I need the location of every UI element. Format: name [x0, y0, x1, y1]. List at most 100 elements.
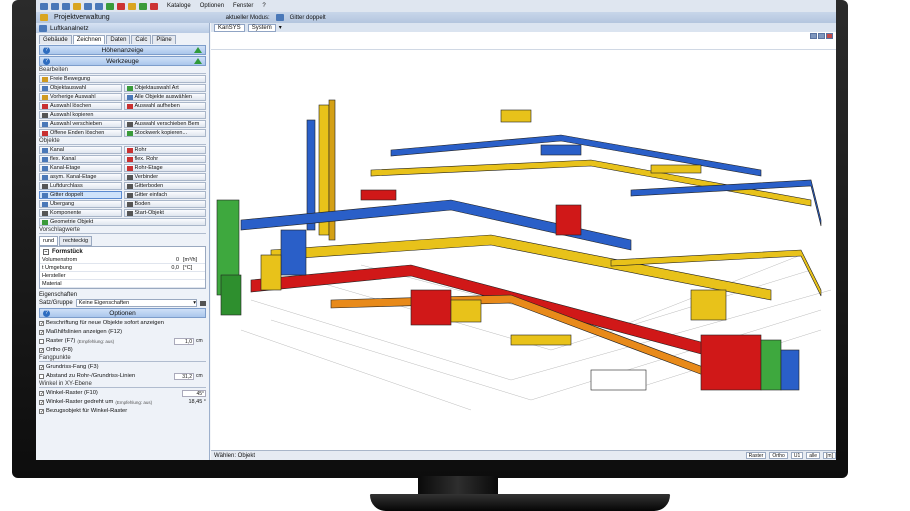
table-row[interactable]: Volumenstrom 0 [m³/h]	[40, 256, 205, 264]
eigenschaften-select[interactable]: Keine Eigenschaften ▾	[75, 299, 197, 307]
option-label-immediately[interactable]: ✓ Beschriftung für neue Objekte sofort an…	[39, 319, 206, 327]
option-angle-rotated[interactable]: ✓ Winkel-Raster gedreht um (Empfehlung: au…	[39, 398, 206, 406]
expand-up-icon[interactable]	[194, 58, 202, 64]
flex-pipe-button[interactable]: flex. Rohr	[123, 155, 206, 163]
filter-select[interactable]: alle	[806, 452, 821, 459]
expand-up-icon[interactable]	[194, 47, 202, 53]
checkbox[interactable]: ✓	[39, 390, 44, 396]
hoehenanzeige-header[interactable]: ? Höhenanzeige	[39, 45, 206, 55]
clear-selection-button[interactable]: Auswahl aufheben	[123, 102, 206, 110]
table-row[interactable]: Hersteller	[40, 272, 205, 280]
menu-optionen[interactable]: Optionen	[200, 3, 224, 9]
tab-rund[interactable]: rund	[39, 236, 59, 246]
option-dimension-lines[interactable]: ✓ Maßhilfslinien anzeigen (F12)	[39, 328, 206, 336]
duct-offset-button[interactable]: Kanal-Etage	[39, 164, 122, 172]
tab-plaene[interactable]: Pläne	[152, 35, 176, 44]
option-reference-object[interactable]: ✓ Bezugsobjekt für Winkel-Raster	[39, 407, 206, 415]
option-ortho[interactable]: ✓ Ortho (F8)	[39, 346, 206, 354]
tab-zeichnen[interactable]: Zeichnen	[72, 35, 106, 44]
undo-icon[interactable]	[84, 2, 92, 10]
row-value[interactable]: 0	[110, 257, 181, 263]
print-icon[interactable]	[62, 2, 70, 10]
option-angle-grid[interactable]: ✓ Winkel-Raster (F10) 45°	[39, 389, 206, 397]
move-selection-button[interactable]: Auswahl verschieben	[39, 120, 122, 128]
option-raster[interactable]: Raster (F7) (Empfehlung: aus) 1,0 cm	[39, 337, 206, 345]
stop-icon[interactable]	[150, 2, 158, 10]
menu-fenster[interactable]: Fenster	[233, 3, 253, 9]
menu-kataloge[interactable]: Kataloge	[167, 3, 191, 9]
transition-button[interactable]: Übergang	[39, 200, 122, 208]
connector-button[interactable]: Verbinder	[123, 173, 206, 181]
menu-help[interactable]: ?	[262, 3, 265, 9]
pipe-offset-button[interactable]: Rohr-Etage	[123, 164, 206, 172]
tab-kansys[interactable]: KanSYS	[214, 23, 245, 32]
geometry-object-button[interactable]: Geometrie Objekt	[39, 218, 206, 226]
free-move-button[interactable]: Freie Bewegung	[39, 75, 206, 83]
option-floorplan-snap[interactable]: ✓ Grundriss-Fang (F3)	[39, 363, 206, 371]
checkbox[interactable]	[39, 338, 44, 344]
redo-icon[interactable]	[95, 2, 103, 10]
minimize-icon[interactable]	[810, 33, 817, 39]
help-icon[interactable]: ?	[43, 309, 50, 317]
air-outlet-button[interactable]: Luftdurchlass	[39, 182, 122, 190]
angle-select[interactable]: 45°	[182, 389, 206, 397]
component-button[interactable]: Komponente	[39, 209, 122, 217]
collapse-icon[interactable]: −	[43, 248, 49, 255]
tab-gebaeude[interactable]: Gebäude	[39, 35, 72, 44]
checkbox[interactable]: ✓	[39, 320, 44, 326]
open-icon[interactable]	[51, 2, 59, 10]
tab-rechteckig[interactable]: rechteckig	[59, 236, 93, 246]
3d-duct-model[interactable]	[211, 50, 836, 445]
row-value[interactable]: 0,0	[110, 265, 181, 271]
tab-system[interactable]: System	[247, 23, 276, 32]
close-icon[interactable]	[826, 33, 833, 39]
werkzeuge-header[interactable]: ? Werkzeuge	[39, 56, 206, 66]
checkbox[interactable]: ✓	[39, 399, 44, 405]
grid-single-button[interactable]: Gitter einfach	[123, 191, 206, 199]
more-icon[interactable]	[200, 300, 206, 306]
delete-open-ends-button[interactable]: Offene Enden löschen	[39, 129, 122, 137]
save-icon[interactable]	[40, 2, 48, 10]
previous-selection-button[interactable]: Vorherige Auswahl	[39, 93, 122, 101]
raster-toggle[interactable]: Raster	[745, 452, 767, 459]
project-title[interactable]: Projektverwaltung	[54, 14, 110, 21]
help-icon[interactable]: ?	[43, 57, 50, 65]
flex-duct-button[interactable]: flex. Kanal	[39, 155, 122, 163]
start-object-button[interactable]: Start-Objekt	[123, 209, 206, 217]
table-row[interactable]: Material	[40, 280, 205, 288]
asym-duct-offset-button[interactable]: asym. Kanal-Etage	[39, 173, 122, 181]
floor-select[interactable]: U1	[790, 452, 804, 459]
chevron-down-icon[interactable]: ▾	[279, 24, 282, 31]
object-select-button[interactable]: Objektauswahl	[39, 84, 122, 92]
bend-button[interactable]: Boden	[123, 200, 206, 208]
view3d-icon[interactable]	[139, 2, 147, 10]
checkbox[interactable]: ✓	[39, 408, 44, 414]
grid-icon[interactable]	[106, 2, 114, 10]
checkbox[interactable]: ✓	[39, 329, 44, 335]
copy-storey-button[interactable]: Stockwerk kopieren...	[123, 129, 206, 137]
maximize-icon[interactable]	[818, 33, 825, 39]
help-icon[interactable]: ?	[43, 46, 50, 54]
optionen-header[interactable]: ? Optionen	[39, 308, 206, 318]
formstueck-group[interactable]: − Formstück	[40, 247, 205, 256]
grid-floor-button[interactable]: Gitterboden	[123, 182, 206, 190]
pipe-button[interactable]: Rohr	[123, 146, 206, 154]
checkbox[interactable]: ✓	[39, 364, 44, 370]
object-select-type-button[interactable]: Objektauswahl Art	[123, 84, 206, 92]
layers-icon[interactable]	[128, 2, 136, 10]
select-all-button[interactable]: Alle Objekte auswählen	[123, 93, 206, 101]
table-row[interactable]: t Umgebung 0,0 [°C]	[40, 264, 205, 272]
filter-icon[interactable]	[117, 2, 125, 10]
checkbox[interactable]: ✓	[39, 347, 44, 353]
grid-double-button[interactable]: Gitter doppelt	[39, 191, 122, 199]
tab-calc[interactable]: Calc	[131, 35, 152, 44]
distance-value[interactable]: 31,2	[174, 372, 194, 380]
option-distance-lines[interactable]: Abstand zu Rohr-/Grundriss-Linien 31,2 cm	[39, 372, 206, 380]
cut-icon[interactable]	[73, 2, 81, 10]
checkbox[interactable]	[39, 373, 44, 379]
raster-value[interactable]: 1,0	[174, 337, 194, 345]
move-selection-bem-button[interactable]: Auswahl verschieben Bem	[123, 120, 206, 128]
delete-selection-button[interactable]: Auswahl löschen	[39, 102, 122, 110]
tab-daten[interactable]: Daten	[106, 35, 131, 44]
duct-button[interactable]: Kanal	[39, 146, 122, 154]
